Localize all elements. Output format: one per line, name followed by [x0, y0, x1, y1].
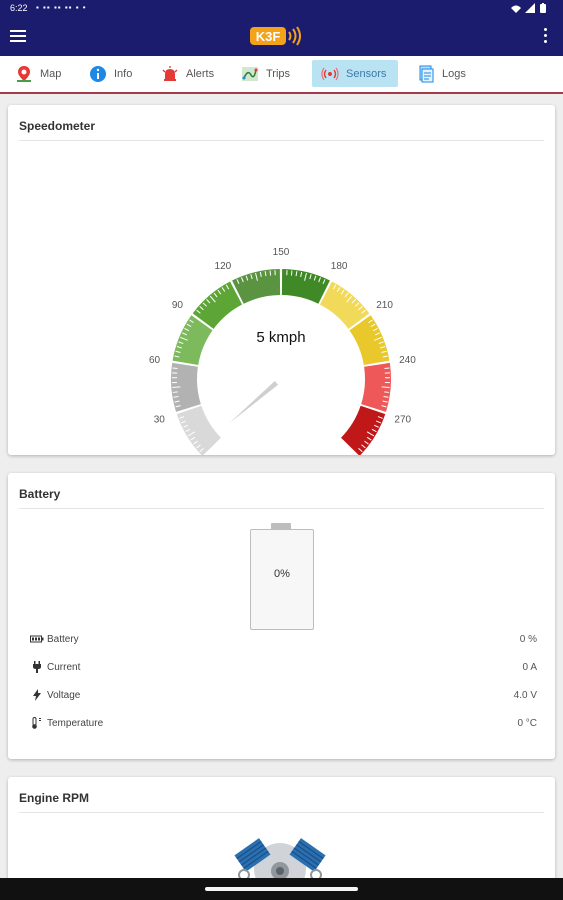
- gauge-tick-label: 120: [215, 261, 232, 272]
- gauge-tick: [384, 391, 390, 393]
- gauge-tick-label: 150: [273, 247, 290, 258]
- gauge-tick-label: 180: [331, 261, 348, 272]
- gauge-band: [341, 405, 386, 455]
- gauge-tick: [290, 270, 293, 276]
- gauge-band: [176, 405, 221, 455]
- battery-percent: 0%: [274, 568, 290, 580]
- speed-readout: 5 kmph: [256, 329, 305, 346]
- engine-rpm-title: Engine RPM: [19, 791, 90, 805]
- battery-status-icon: [540, 4, 546, 13]
- signal-icon: [525, 3, 535, 13]
- gauge-tick-label: 270: [394, 415, 411, 426]
- status-time: 6:22: [10, 3, 28, 13]
- tab-logs[interactable]: Logs: [414, 60, 475, 87]
- home-gesture-handle[interactable]: [205, 887, 358, 891]
- gauge-tick-label: 90: [172, 300, 184, 311]
- info-icon: [89, 65, 107, 83]
- thermometer-icon: [30, 717, 44, 729]
- app-logo: K3F: [249, 24, 305, 48]
- notification-icons: ▪ ▪▪ ▪▪ ▪▪ ▪ •: [36, 3, 87, 12]
- engine-icon: [230, 827, 330, 878]
- gauge-tick: [381, 386, 390, 389]
- plug-icon: [30, 661, 44, 673]
- gauge-tick: [172, 367, 178, 369]
- gauge-tick: [172, 386, 181, 389]
- sensor-signal-icon: [321, 65, 339, 83]
- map-pin-icon: [15, 65, 33, 83]
- trip-route-icon: [241, 65, 259, 83]
- tab-trips[interactable]: Trips: [238, 60, 303, 87]
- battery-graphic: 0%: [250, 529, 314, 630]
- gauge-tick-label: 30: [154, 415, 166, 426]
- system-navigation-bar: [0, 878, 563, 900]
- menu-icon[interactable]: [10, 30, 26, 44]
- tab-bar: Map Info Alerts Trips Sensors Logs: [0, 56, 563, 94]
- tab-map[interactable]: Map: [12, 60, 71, 87]
- app-bar: K3F: [0, 18, 563, 56]
- divider: [19, 812, 544, 813]
- logs-document-icon: [417, 65, 435, 83]
- battery-card: Battery 0% Battery 0 % Current 0 A Volta…: [8, 473, 555, 759]
- status-bar: 6:22 ▪ ▪▪ ▪▪ ▪▪ ▪ •: [0, 0, 563, 18]
- tab-alerts[interactable]: Alerts: [158, 60, 223, 87]
- speedometer-card: Speedometer 0306090120150180210240270300…: [8, 105, 555, 455]
- divider: [19, 508, 544, 509]
- wifi-icon: [511, 5, 521, 13]
- sensors-content[interactable]: Speedometer 0306090120150180210240270300…: [0, 94, 563, 878]
- gauge-tick-label: 60: [149, 355, 161, 366]
- gauge-tick: [172, 391, 178, 393]
- gauge-tick: [384, 367, 390, 369]
- battery-icon: [30, 633, 44, 645]
- tab-sensors[interactable]: Sensors: [312, 60, 398, 87]
- overflow-menu-icon[interactable]: [542, 28, 548, 46]
- speedometer-gauge: 03060901201501802102402703005 kmph: [149, 247, 416, 455]
- gauge-tick-label: 240: [399, 355, 416, 366]
- lightning-icon: [30, 689, 44, 701]
- gauge-tick-label: 210: [376, 300, 393, 311]
- gauge-tick: [269, 270, 272, 276]
- tab-info[interactable]: Info: [86, 60, 141, 87]
- battery-title: Battery: [19, 487, 61, 501]
- alarm-icon: [161, 65, 179, 83]
- sensor-row-battery: Battery 0 %: [30, 631, 537, 649]
- sensor-row-voltage: Voltage 4.0 V: [30, 687, 537, 705]
- gauge-needle: [229, 380, 279, 424]
- sensor-row-temperature: Temperature 0 °C: [30, 715, 537, 733]
- svg-text:K3F: K3F: [256, 29, 281, 44]
- sensor-row-current: Current 0 A: [30, 659, 537, 677]
- system-status-icons: [509, 2, 555, 17]
- engine-rpm-card: Engine RPM: [8, 777, 555, 878]
